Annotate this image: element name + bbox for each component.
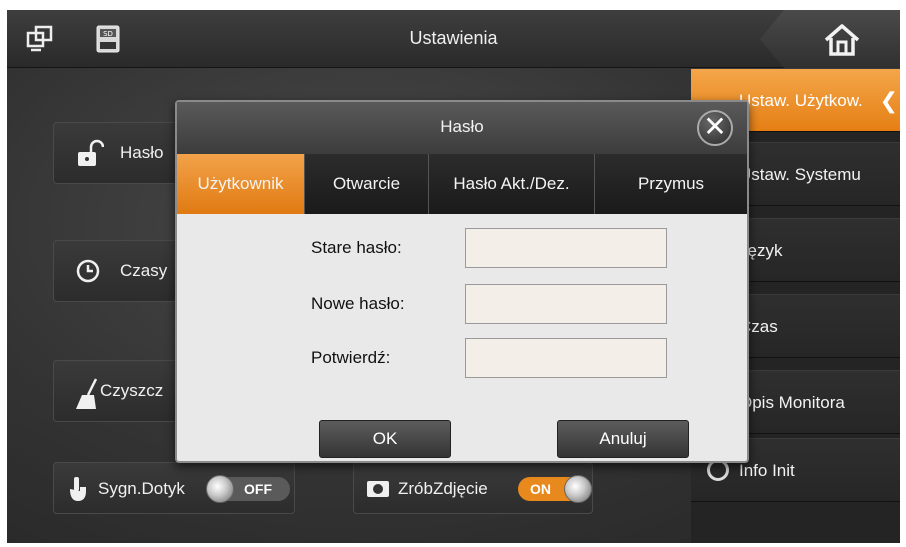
old-password-field[interactable] (465, 228, 667, 268)
touch-sound-card: Sygn.Dotyk OFF (53, 462, 295, 514)
ok-button[interactable]: OK (319, 420, 451, 458)
home-button[interactable] (760, 10, 900, 68)
top-bar: SD Ustawienia (7, 10, 900, 68)
padlock-icon (74, 139, 105, 174)
old-password-label: Stare hasło: (311, 238, 402, 257)
new-password-label: Nowe hasło: (311, 294, 405, 313)
menu-item-label: Info Init (739, 461, 795, 480)
password-dialog: Hasło ✕ Użytkownik Otwarcie Hasło Akt./D… (175, 100, 749, 463)
touch-sound-label: Sygn.Dotyk (98, 479, 185, 498)
tab-opening[interactable]: Otwarcie (305, 154, 429, 214)
chevron-left-icon: ❮ (879, 88, 898, 113)
dialog-title: Hasło (440, 117, 484, 136)
dialog-header: Hasło (177, 102, 747, 154)
clock-icon (74, 257, 102, 290)
snapshot-card: ZróbZdjęcie ON (353, 462, 593, 514)
menu-item-label: Ustaw. Systemu (739, 165, 861, 184)
old-password-row: Stare hasło: (177, 228, 747, 268)
tab-user[interactable]: Użytkownik (177, 154, 305, 214)
tab-arm-disarm-password[interactable]: Hasło Akt./Dez. (429, 154, 595, 214)
close-icon: ✕ (703, 111, 727, 142)
new-password-row: Nowe hasło: (177, 284, 747, 324)
camera-icon (366, 477, 390, 504)
touch-sound-toggle[interactable]: OFF (206, 475, 290, 503)
snapshot-toggle[interactable]: ON (518, 475, 592, 503)
confirm-password-row: Potwierdź: (177, 338, 747, 378)
cancel-button[interactable]: Anuluj (557, 420, 689, 458)
menu-item-label: Opis Monitora (739, 393, 845, 412)
password-card-label: Hasło (120, 143, 164, 162)
snapshot-state: ON (530, 481, 551, 497)
close-button[interactable]: ✕ (697, 110, 733, 146)
new-password-field[interactable] (465, 284, 667, 324)
snapshot-label: ZróbZdjęcie (398, 479, 488, 498)
time-card-label: Czasy (120, 261, 168, 280)
dialog-tabs: Użytkownik Otwarcie Hasło Akt./Dez. Przy… (177, 154, 747, 214)
clean-card-label: Czyszcz (100, 381, 164, 400)
toggle-knob (206, 475, 234, 503)
toggle-knob (564, 475, 592, 503)
menu-item-label: Ustaw. Użytkow. (739, 91, 863, 110)
confirm-password-field[interactable] (465, 338, 667, 378)
settings-screen: SD Ustawienia Hasło Czasy Czyszcz Sygn.D… (7, 10, 900, 543)
home-icon (824, 24, 860, 56)
tab-duress[interactable]: Przymus (595, 154, 747, 214)
confirm-password-label: Potwierdź: (311, 348, 391, 367)
touch-sound-state: OFF (244, 481, 272, 497)
touch-hand-icon (66, 475, 88, 508)
